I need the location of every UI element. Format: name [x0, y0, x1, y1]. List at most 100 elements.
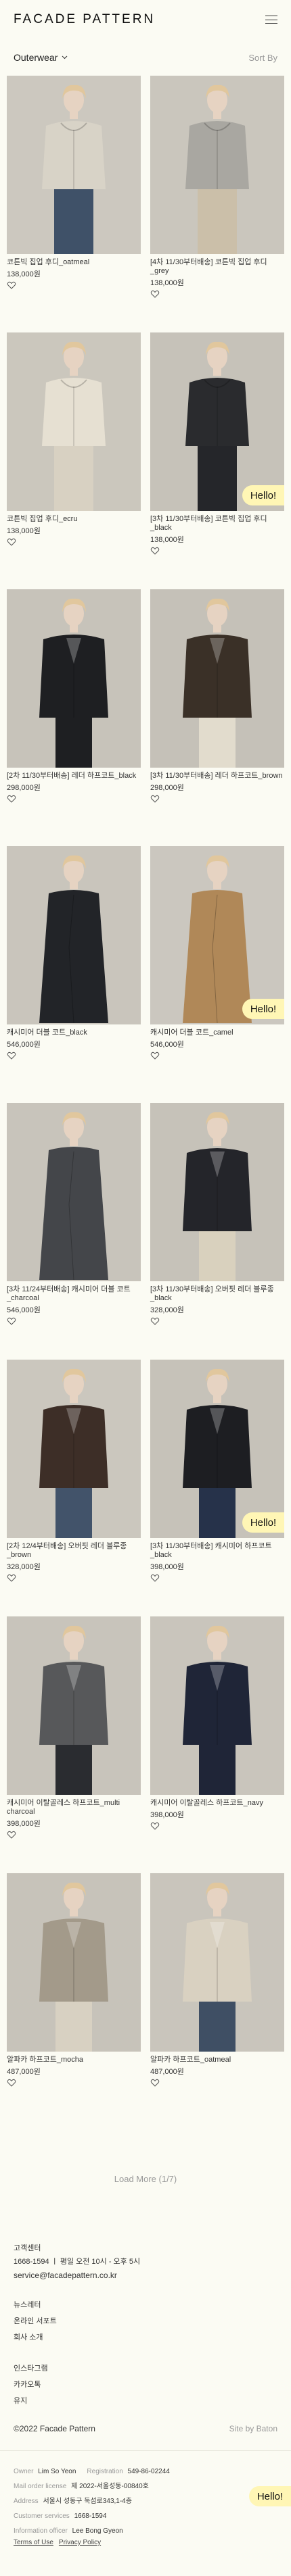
heart-icon[interactable] [150, 1573, 160, 1583]
product-name[interactable]: [2차 12/4부터배송] 오버핏 레더 블루종_brown [7, 1542, 141, 1560]
heart-icon[interactable] [150, 289, 160, 299]
footer-nav-primary: 뉴스레터 온라인 서포트 회사 소개 [14, 2297, 277, 2346]
footer-nav-social: 인스타그램 카카오톡 유지 [14, 2360, 277, 2409]
cs-phone: 1668-1594 ㅣ 평일 오전 10시 - 오후 5시 [14, 2258, 141, 2266]
product-image[interactable] [150, 1616, 284, 1795]
heart-icon[interactable] [7, 794, 16, 803]
product-name[interactable]: [3차 11/30부터배송] 캐시미어 하프코트_black [150, 1542, 284, 1560]
product-card[interactable]: [4차 11/30부터배송] 코튼빅 집업 후디_grey 138,000원 [150, 76, 284, 332]
footer: 고객센터 1668-1594 ㅣ 평일 오전 10시 - 오후 5시 servi… [0, 2241, 291, 2558]
product-card[interactable]: [3차 11/30부터배송] 오버핏 레더 블루종_black 328,000원 [150, 1103, 284, 1360]
product-card[interactable]: 캐시미어 더블 코트_black 546,000원 [7, 846, 141, 1103]
product-card[interactable]: 캐시미어 이탈골레스 하프코트_multi charcoal 398,000원 [7, 1616, 141, 1873]
product-card[interactable]: 코튼빅 집업 후디_ecru 138,000원 [7, 332, 141, 589]
product-card[interactable]: 알파카 하프코트_oatmeal 487,000원 [150, 1873, 284, 2130]
product-name[interactable]: 코튼빅 집업 후디_oatmeal [7, 258, 141, 267]
heart-icon[interactable] [7, 2078, 16, 2087]
product-image[interactable] [150, 846, 284, 1024]
heart-icon[interactable] [150, 794, 160, 803]
heart-icon[interactable] [7, 537, 16, 547]
footer-link[interactable]: 뉴스레터 [14, 2297, 277, 2313]
business-info-row: Customer services 1668-1594 [14, 2509, 277, 2524]
product-price: 398,000원 [150, 1811, 184, 1819]
product-image[interactable] [150, 1103, 284, 1281]
product-card[interactable]: [3차 11/30부터배송] 레더 하프코트_brown 298,000원 [150, 589, 284, 846]
footer-social-link[interactable]: 카카오톡 [14, 2377, 277, 2393]
product-price: 398,000원 [150, 1563, 184, 1571]
product-image[interactable] [7, 332, 141, 511]
product-image[interactable] [7, 1103, 141, 1281]
heart-icon[interactable] [7, 1316, 16, 1326]
brand-logo[interactable]: FACADE PATTERN [14, 12, 155, 27]
legal-link[interactable]: Terms of Use [14, 2539, 53, 2546]
product-name[interactable]: [3차 11/30부터배송] 코튼빅 집업 후디_black [150, 515, 284, 532]
product-image[interactable] [150, 1873, 284, 2052]
heart-icon[interactable] [7, 1051, 16, 1060]
footer-link[interactable]: 온라인 서포트 [14, 2313, 277, 2329]
product-name[interactable]: [2차 11/30부터배송] 레더 하프코트_black [7, 772, 141, 781]
info-label: Mail order license [14, 2483, 67, 2490]
product-image[interactable] [7, 1360, 141, 1538]
product-price: 328,000원 [7, 1563, 41, 1571]
heart-icon[interactable] [150, 1316, 160, 1326]
product-image[interactable] [150, 76, 284, 254]
info-value: Lee Bong Gyeon [72, 2527, 123, 2535]
sort-button[interactable]: Sort By [248, 53, 277, 63]
product-card[interactable]: [3차 11/30부터배송] 코튼빅 집업 후디_black 138,000원 … [150, 332, 284, 589]
heart-icon[interactable] [7, 1573, 16, 1583]
product-image[interactable] [150, 1360, 284, 1538]
load-more-button[interactable]: Load More (1/7) [0, 2174, 291, 2187]
product-name[interactable]: 캐시미어 이탈골레스 하프코트_navy [150, 1799, 284, 1808]
business-info: Owner Lim So Yeon Registration 549-86-022… [14, 2464, 291, 2539]
product-price: 546,000원 [7, 1041, 41, 1049]
info-label: Information officer [14, 2527, 68, 2535]
product-name[interactable]: 캐시미어 이탈골레스 하프코트_multi charcoal [7, 1799, 141, 1816]
hamburger-icon[interactable] [265, 16, 277, 24]
hello-chat-badge[interactable]: Hello! [242, 1512, 284, 1533]
info-value: 549-86-02244 [127, 2468, 170, 2475]
product-name[interactable]: [3차 11/30부터배송] 오버핏 레더 블루종_black [150, 1285, 284, 1303]
hello-chat-badge[interactable]: Hello! [242, 485, 284, 505]
product-image[interactable] [7, 1873, 141, 2052]
product-card[interactable]: [2차 12/4부터배송] 오버핏 레더 블루종_brown 328,000원 [7, 1360, 141, 1616]
product-image[interactable] [150, 332, 284, 511]
product-name[interactable]: 알파카 하프코트_oatmeal [150, 2056, 284, 2064]
heart-icon[interactable] [150, 2078, 160, 2087]
category-dropdown[interactable]: Outerwear [14, 52, 68, 63]
product-name[interactable]: [4차 11/30부터배송] 코튼빅 집업 후디_grey [150, 258, 284, 276]
product-price: 138,000원 [150, 279, 184, 287]
hello-chat-badge[interactable]: Hello! [249, 2486, 291, 2506]
info-value: Lim So Yeon [38, 2468, 76, 2475]
product-image[interactable] [150, 589, 284, 768]
product-card[interactable]: [3차 11/30부터배송] 캐시미어 하프코트_black 398,000원 … [150, 1360, 284, 1616]
product-name[interactable]: [3차 11/30부터배송] 레더 하프코트_brown [150, 772, 284, 781]
heart-icon[interactable] [7, 280, 16, 290]
product-card[interactable]: 캐시미어 더블 코트_camel 546,000원 Hello! [150, 846, 284, 1103]
heart-icon[interactable] [150, 1821, 160, 1831]
product-name[interactable]: 코튼빅 집업 후디_ecru [7, 515, 141, 524]
product-image[interactable] [7, 846, 141, 1024]
hello-chat-badge[interactable]: Hello! [242, 999, 284, 1019]
product-name[interactable]: 캐시미어 더블 코트_camel [150, 1029, 284, 1037]
footer-link[interactable]: 회사 소개 [14, 2329, 277, 2346]
product-image[interactable] [7, 1616, 141, 1795]
heart-icon[interactable] [150, 1051, 160, 1060]
product-card[interactable]: 캐시미어 이탈골레스 하프코트_navy 398,000원 [150, 1616, 284, 1873]
product-card[interactable]: 코튼빅 집업 후디_oatmeal 138,000원 [7, 76, 141, 332]
product-image[interactable] [7, 589, 141, 768]
product-image[interactable] [7, 76, 141, 254]
product-card[interactable]: [2차 11/30부터배송] 레더 하프코트_black 298,000원 [7, 589, 141, 846]
site-by-link[interactable]: Site by Baton [229, 2424, 277, 2433]
product-name[interactable]: 캐시미어 더블 코트_black [7, 1029, 141, 1037]
product-name[interactable]: [3차 11/24부터배송] 캐시미어 더블 코트_charcoal [7, 1285, 141, 1303]
legal-link[interactable]: Privacy Policy [59, 2539, 101, 2546]
footer-social-link[interactable]: 인스타그램 [14, 2360, 277, 2377]
heart-icon[interactable] [150, 546, 160, 555]
product-card[interactable]: [3차 11/24부터배송] 캐시미어 더블 코트_charcoal 546,0… [7, 1103, 141, 1360]
heart-icon[interactable] [7, 1830, 16, 1839]
footer-social-link[interactable]: 유지 [14, 2393, 277, 2409]
product-name[interactable]: 알파카 하프코트_mocha [7, 2056, 141, 2064]
copyright-row: ©2022 Facade Pattern Site by Baton [14, 2424, 277, 2433]
cs-email[interactable]: service@facadepattern.co.kr [14, 2269, 277, 2282]
product-card[interactable]: 알파카 하프코트_mocha 487,000원 [7, 1873, 141, 2130]
